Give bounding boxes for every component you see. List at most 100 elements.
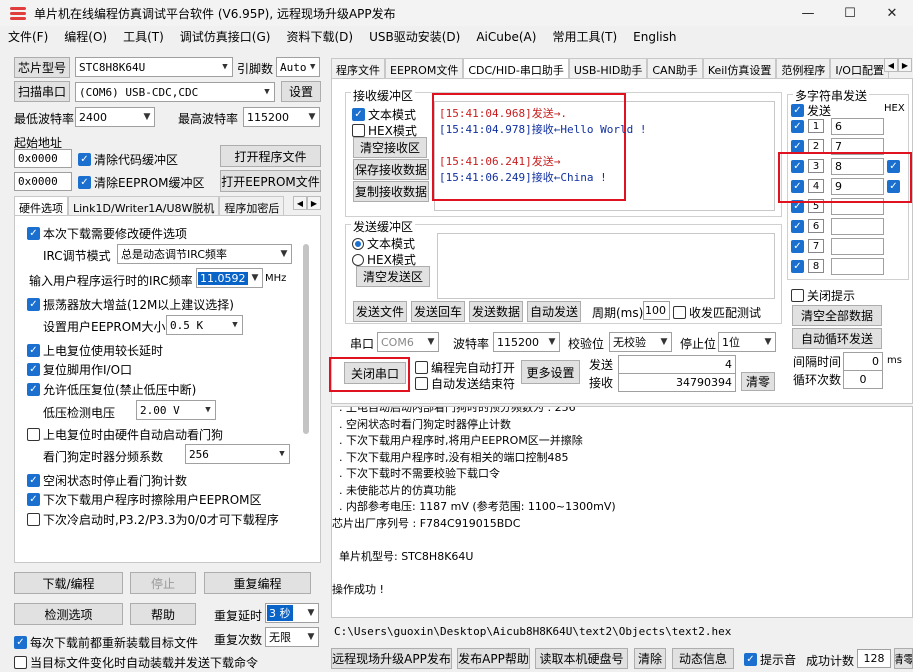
multi-send-checkbox[interactable]: ✓ — [791, 240, 804, 253]
reset-pin-io-checkbox[interactable]: ✓ — [27, 363, 40, 376]
long-delay-checkbox[interactable]: ✓ — [27, 344, 40, 357]
irc-mode-select[interactable]: 总是动态调节IRC频率 ▼ — [117, 244, 292, 264]
reprogram-button[interactable]: 重复编程 — [204, 572, 311, 594]
tab-scroll-right-icon[interactable]: ▶ — [898, 58, 912, 72]
clear-eeprom-checkbox[interactable]: ✓ — [78, 176, 91, 189]
open-program-button[interactable]: 打开程序文件 — [220, 145, 321, 167]
settings-button[interactable]: 设置 — [281, 81, 321, 102]
menu-aicube[interactable]: AiCube(A) — [468, 26, 544, 48]
stop-bit-select[interactable]: 1位 ▼ — [718, 332, 776, 352]
lv-detect-select[interactable]: 2.00 V ▼ — [136, 400, 216, 420]
clear-receive-button[interactable]: 清空接收区 — [353, 137, 427, 158]
serial-port-select[interactable]: COM6 ▼ — [377, 332, 439, 352]
minimize-icon[interactable]: — — [787, 0, 829, 26]
clear-all-data-button[interactable]: 清空全部数据 — [792, 305, 882, 326]
help-button[interactable]: 帮助 — [130, 603, 196, 625]
auto-end-checkbox[interactable] — [415, 377, 428, 390]
menu-file[interactable]: 文件(F) — [0, 26, 56, 48]
multi-send-all-checkbox[interactable]: ✓ — [791, 104, 804, 117]
modify-hw-checkbox[interactable]: ✓ — [27, 227, 40, 240]
multi-send-checkbox[interactable]: ✓ — [791, 120, 804, 133]
eeprom-address-input[interactable]: 0x0000 — [14, 172, 72, 191]
close-icon[interactable]: ✕ — [871, 0, 913, 26]
low-voltage-reset-checkbox[interactable]: ✓ — [27, 383, 40, 396]
p32-p33-checkbox[interactable] — [27, 513, 40, 526]
check-options-button[interactable]: 检测选项 — [14, 603, 123, 625]
send-data-button[interactable]: 发送数据 — [469, 301, 523, 322]
beep-checkbox[interactable]: ✓ — [744, 653, 757, 666]
reset-count-button[interactable]: 清零 — [741, 372, 775, 391]
parity-select[interactable]: 无校验 ▼ — [609, 332, 672, 352]
stop-button[interactable]: 停止 — [130, 572, 196, 594]
min-baud-select[interactable]: 2400 ▼ — [75, 107, 155, 127]
pins-select[interactable]: Auto ▼ — [276, 57, 320, 77]
options-scrollbar[interactable] — [303, 244, 309, 434]
menu-download[interactable]: 资料下载(D) — [278, 26, 361, 48]
code-address-input[interactable]: 0x0000 — [14, 149, 72, 168]
auto-send-button[interactable]: 自动发送 — [527, 301, 581, 322]
period-input[interactable]: 100 — [643, 301, 670, 320]
download-program-button[interactable]: 下载/编程 — [14, 572, 123, 594]
recv-text-mode-checkbox[interactable]: ✓ — [352, 108, 365, 121]
irc-freq-select[interactable]: 11.0592 ▼ — [196, 268, 263, 288]
hw-watchdog-checkbox[interactable] — [27, 428, 40, 441]
send-file-button[interactable]: 发送文件 — [353, 301, 407, 322]
send-cr-button[interactable]: 发送回车 — [411, 301, 465, 322]
multi-send-index-button[interactable]: 1 — [808, 119, 824, 133]
chip-type-select[interactable]: STC8H8K64U ▼ — [75, 57, 233, 77]
tab-scroll-right-icon[interactable]: ▶ — [307, 196, 321, 210]
menu-common-tools[interactable]: 常用工具(T) — [544, 26, 625, 48]
menu-english[interactable]: English — [625, 26, 684, 48]
open-eeprom-button[interactable]: 打开EEPROM文件 — [220, 170, 321, 192]
auto-loop-send-button[interactable]: 自动循环发送 — [792, 328, 882, 349]
repeat-delay-select[interactable]: 3 秒 ▼ — [265, 603, 319, 623]
copy-receive-button[interactable]: 复制接收数据 — [353, 181, 429, 202]
maximize-icon[interactable]: ☐ — [829, 0, 871, 26]
dynamic-info-button[interactable]: 动态信息 — [672, 648, 734, 669]
tab-scroll-left-icon[interactable]: ◀ — [884, 58, 898, 72]
more-settings-button[interactable]: 更多设置 — [521, 360, 580, 384]
multi-send-index-button[interactable]: 2 — [808, 139, 824, 153]
eeprom-size-select[interactable]: 0.5 K ▼ — [166, 315, 243, 335]
menu-usb-driver[interactable]: USB驱动安装(D) — [361, 26, 468, 48]
output-log-area[interactable]: . 上电自动启动内部看门狗时的预分频数为 : 256 . 空闲状态时看门狗定时器… — [331, 406, 913, 618]
osc-gain-checkbox[interactable]: ✓ — [27, 298, 40, 311]
interval-input[interactable]: 0 — [843, 352, 883, 371]
save-receive-button[interactable]: 保存接收数据 — [353, 159, 429, 180]
multi-send-checkbox[interactable]: ✓ — [791, 260, 804, 273]
success-reset-button[interactable]: 清零 — [894, 648, 913, 669]
tab-scroll-left-icon[interactable]: ◀ — [293, 196, 307, 210]
recv-hex-mode-checkbox[interactable] — [352, 124, 365, 137]
send-text-mode-radio[interactable] — [352, 237, 364, 250]
loop-count-input[interactable]: 0 — [843, 370, 883, 389]
read-disk-button[interactable]: 读取本机硬盘号 — [535, 648, 628, 669]
publish-help-button[interactable]: 发布APP帮助 — [457, 648, 530, 669]
remote-upgrade-button[interactable]: 远程现场升级APP发布 — [331, 648, 452, 669]
max-baud-select[interactable]: 115200 ▼ — [243, 107, 320, 127]
auto-open-checkbox[interactable] — [415, 361, 428, 374]
multi-send-index-button[interactable]: 6 — [808, 219, 824, 233]
clear-send-button[interactable]: 清空发送区 — [356, 266, 430, 287]
menu-debug[interactable]: 调试仿真接口(G) — [172, 26, 279, 48]
clear-output-button[interactable]: 清除 — [634, 648, 666, 669]
menu-tools[interactable]: 工具(T) — [115, 26, 172, 48]
erase-eeprom-checkbox[interactable]: ✓ — [27, 493, 40, 506]
close-tip-checkbox[interactable] — [791, 289, 804, 302]
send-textarea[interactable] — [437, 233, 775, 299]
multi-send-checkbox[interactable]: ✓ — [791, 220, 804, 233]
send-hex-mode-radio[interactable] — [352, 253, 364, 266]
auto-load-checkbox[interactable] — [14, 656, 27, 669]
scan-port-button[interactable]: 扫描串口 — [14, 81, 70, 102]
wdt-prescale-select[interactable]: 256 ▼ — [185, 444, 290, 464]
reload-before-download-checkbox[interactable]: ✓ — [14, 636, 27, 649]
multi-send-index-button[interactable]: 8 — [808, 259, 824, 273]
multi-string-input[interactable] — [831, 258, 884, 275]
multi-string-input[interactable] — [831, 238, 884, 255]
menu-program[interactable]: 编程(O) — [56, 26, 115, 48]
match-test-checkbox[interactable] — [673, 306, 686, 319]
idle-wdt-stop-checkbox[interactable]: ✓ — [27, 474, 40, 487]
multi-string-input[interactable] — [831, 218, 884, 235]
multi-string-input[interactable]: 6 — [831, 118, 884, 135]
port-select[interactable]: (COM6) USB-CDC,CDC ▼ — [75, 82, 275, 102]
clear-code-checkbox[interactable]: ✓ — [78, 153, 91, 166]
